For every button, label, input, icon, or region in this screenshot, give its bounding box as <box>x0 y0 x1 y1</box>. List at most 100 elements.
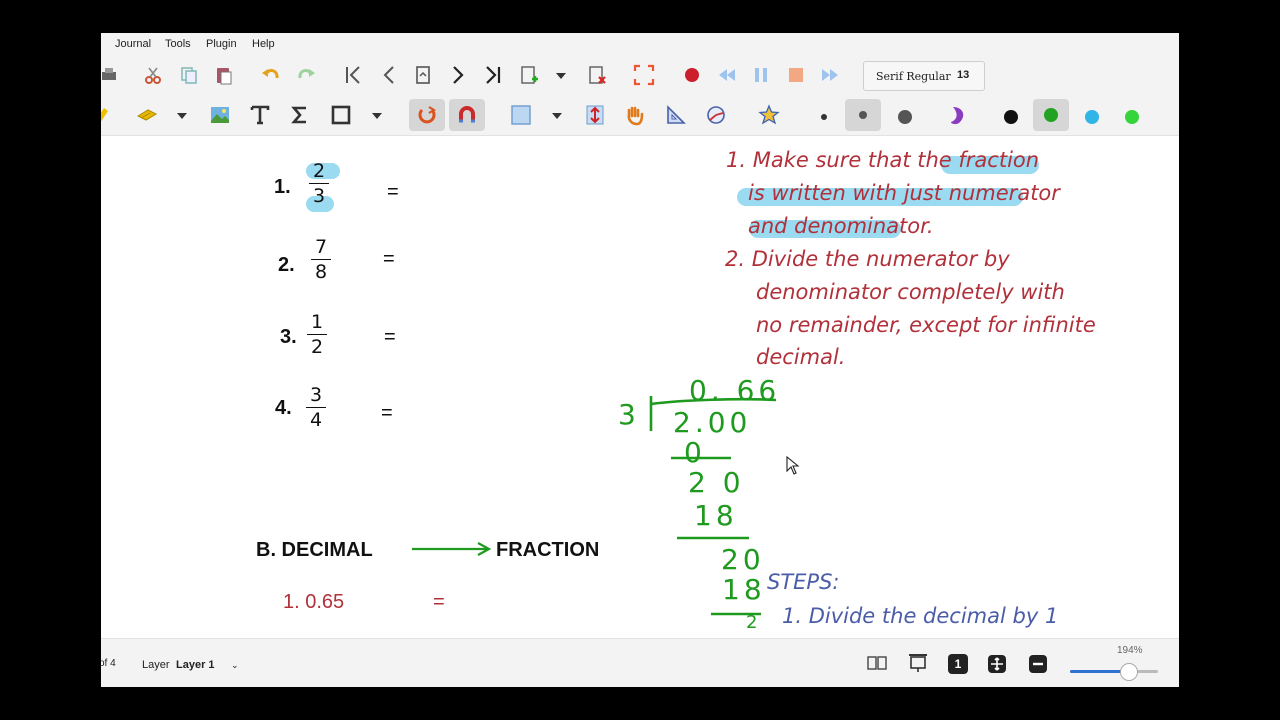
denominator-2: 8 <box>314 261 328 283</box>
record-icon[interactable] <box>680 63 704 87</box>
section-b-right: FRACTION <box>496 539 600 561</box>
undo-icon[interactable] <box>259 63 283 87</box>
steps-blue-1: 1. Divide the decimal by 1 <box>782 604 1059 628</box>
denominator-4: 4 <box>309 409 323 431</box>
layer-label: Layer <box>142 659 170 671</box>
zoom-out-icon[interactable] <box>1026 652 1050 676</box>
tools-toolbar <box>101 95 1179 136</box>
fullscreen-icon[interactable] <box>632 63 656 87</box>
paste-icon[interactable] <box>212 63 236 87</box>
previous-page-icon[interactable] <box>377 63 401 87</box>
pause-icon[interactable] <box>749 63 773 87</box>
zoom-100-button[interactable]: 1 <box>948 654 968 674</box>
zoom-slider-handle[interactable] <box>1120 663 1138 681</box>
step-red-1: 1. Make sure that the fraction <box>726 148 1040 172</box>
redo-icon[interactable] <box>294 63 318 87</box>
zoom-level: 194% <box>1117 645 1143 656</box>
step-red-7: decimal. <box>756 345 846 369</box>
item-4-number: 4. <box>275 397 292 419</box>
color-green-button[interactable] <box>1033 99 1069 131</box>
section-b-left: B. DECIMAL <box>256 539 373 561</box>
snap-magnet-icon[interactable] <box>449 99 485 131</box>
custom-color-icon[interactable] <box>946 103 970 127</box>
hw-remainder-2: 2 0 <box>688 466 745 499</box>
denominator-1: 3 <box>312 185 326 207</box>
insert-page-dropdown-icon[interactable] <box>549 63 573 87</box>
zoom-fit-icon[interactable] <box>985 652 1009 676</box>
insert-page-icon[interactable] <box>517 63 541 87</box>
text-tool-icon[interactable] <box>248 103 272 127</box>
first-page-icon[interactable] <box>341 63 365 87</box>
hw-remainder-3: 18 <box>694 499 738 532</box>
hw-remainder-6: 2 <box>746 612 762 633</box>
shape-recognizer-icon[interactable] <box>409 99 445 131</box>
eraser-dropdown-icon[interactable] <box>170 103 194 127</box>
b-item-1: 1. 0.65 <box>283 591 345 613</box>
medium-size-button[interactable] <box>845 99 881 131</box>
main-toolbar: Serif Regular 13 <box>101 55 1179 95</box>
shape-dropdown-icon[interactable] <box>365 103 389 127</box>
last-page-icon[interactable] <box>481 63 505 87</box>
copy-icon[interactable] <box>177 63 201 87</box>
stop-icon[interactable] <box>784 63 808 87</box>
hw-remainder-5: 18 <box>722 573 766 606</box>
xournal-window: Journal Tools Plugin Help Serif Regular … <box>101 33 1179 687</box>
numerator-3: 1 <box>310 311 324 333</box>
delete-page-icon[interactable] <box>585 63 609 87</box>
rectangle-tool-icon[interactable] <box>329 103 353 127</box>
image-icon[interactable] <box>208 103 232 127</box>
layer-dropdown-icon[interactable]: ⌄ <box>231 660 239 671</box>
steps-blue-title: STEPS: <box>767 570 840 594</box>
page-of-label: of 4 <box>101 658 116 669</box>
journal-page[interactable]: 1. 23 = 2. 78 = 3. 12 = 4. 34 = 1. Make … <box>101 136 1179 638</box>
select-rectangle-icon[interactable] <box>509 103 533 127</box>
math-tex-icon[interactable] <box>288 103 312 127</box>
pen-star-icon[interactable] <box>757 103 781 127</box>
step-red-3: and denominator. <box>748 214 934 238</box>
menu-journal[interactable]: Journal <box>115 38 151 50</box>
step-red-2: is written with just numerator <box>748 181 1060 205</box>
hand-tool-icon[interactable] <box>623 103 647 127</box>
cut-icon[interactable] <box>141 63 165 87</box>
presentation-mode-icon[interactable] <box>906 651 930 675</box>
thin-size-dot[interactable] <box>821 114 827 120</box>
hw-quotient: 0. 66 <box>689 374 781 407</box>
equals-2: = <box>383 248 395 270</box>
next-page-icon[interactable] <box>446 63 470 87</box>
zoom-slider-track[interactable] <box>1070 670 1158 673</box>
color-light-green[interactable] <box>1125 110 1139 124</box>
color-green <box>1044 108 1058 122</box>
vertical-space-icon[interactable] <box>583 103 607 127</box>
compass-icon[interactable] <box>704 103 728 127</box>
mouse-cursor-icon <box>786 456 800 475</box>
menu-tools[interactable]: Tools <box>165 38 191 50</box>
hw-remainder-4: 20 <box>721 543 765 576</box>
thick-size-dot[interactable] <box>898 110 912 124</box>
font-name: Serif Regular <box>876 70 951 83</box>
fraction-2: 78 <box>311 236 331 283</box>
font-size: 13 <box>957 69 970 81</box>
rewind-icon[interactable] <box>715 63 739 87</box>
font-selector[interactable]: Serif Regular 13 <box>863 61 985 91</box>
b-item-1-equals: = <box>433 591 445 613</box>
setsquare-icon[interactable] <box>664 103 688 127</box>
color-black[interactable] <box>1004 110 1018 124</box>
menu-bar: Journal Tools Plugin Help <box>101 33 1179 55</box>
equals-4: = <box>381 402 393 424</box>
hw-remainder-1: 0 <box>684 436 706 469</box>
eraser-icon[interactable] <box>135 103 159 127</box>
fraction-1: 23 <box>309 160 329 207</box>
status-bar: of 4 Layer Layer 1 ⌄ 1 194% <box>101 638 1179 687</box>
menu-help[interactable]: Help <box>252 38 275 50</box>
highlighter-icon[interactable] <box>101 103 117 127</box>
print-icon[interactable] <box>101 63 121 87</box>
goto-page-icon[interactable] <box>411 63 435 87</box>
item-3-number: 3. <box>280 326 297 348</box>
select-dropdown-icon[interactable] <box>545 103 569 127</box>
color-light-blue[interactable] <box>1085 110 1099 124</box>
fast-forward-icon[interactable] <box>818 63 842 87</box>
layer-select[interactable]: Layer 1 <box>176 659 215 671</box>
step-red-6: no remainder, except for infinite <box>756 313 1096 337</box>
two-pages-icon[interactable] <box>865 651 889 675</box>
menu-plugin[interactable]: Plugin <box>206 38 237 50</box>
